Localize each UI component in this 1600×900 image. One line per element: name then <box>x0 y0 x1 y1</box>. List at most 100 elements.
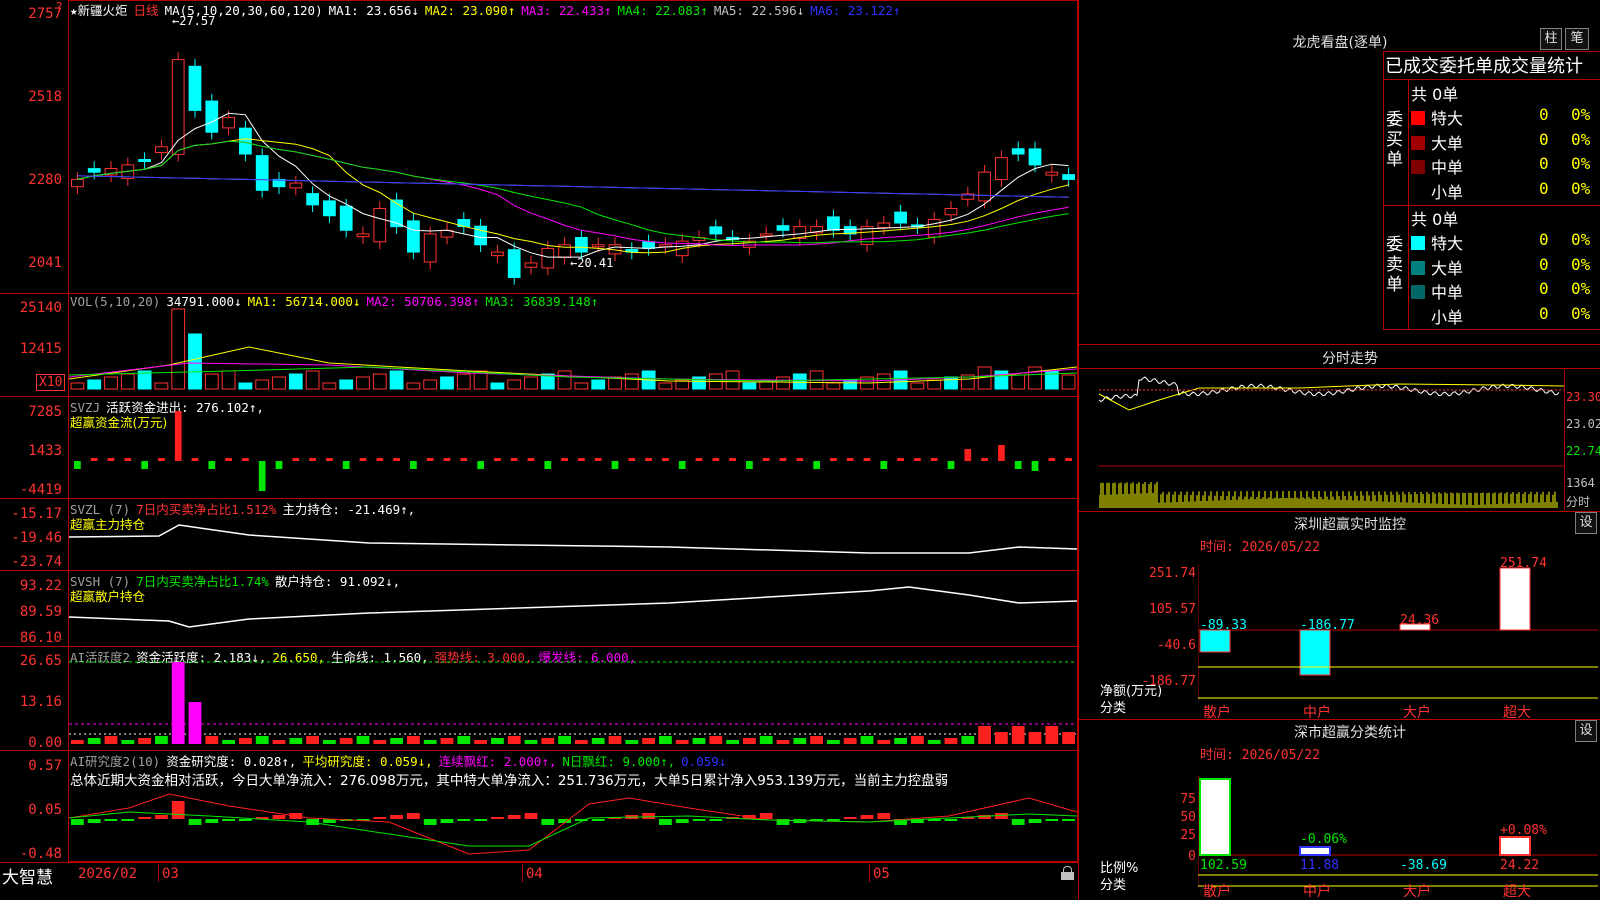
activity-bar <box>793 738 807 744</box>
volume-bar <box>87 379 102 390</box>
date-label: 2026/02 <box>78 866 138 882</box>
flow-bar <box>964 449 972 461</box>
fund-flow-chart[interactable] <box>69 405 1077 497</box>
flow-bar <box>981 458 988 461</box>
bar-mode-button[interactable]: 柱 <box>1540 28 1562 50</box>
candle-body <box>87 168 101 173</box>
main-y-tick: 2757 <box>28 6 62 22</box>
volume-bar <box>171 308 186 390</box>
date-label: 04 <box>526 866 543 882</box>
activity-bar <box>323 740 336 744</box>
retail-position-chart[interactable] <box>69 577 1077 645</box>
ai-research-values: 资金研究度: 0.028↑, 平均研究度: 0.059↓, 连续飘红: 2.000↑… <box>166 754 732 769</box>
intraday-chart[interactable] <box>1099 370 1564 510</box>
flow-bar <box>292 458 300 461</box>
activity-bar <box>339 738 353 744</box>
svzl-y-tick: -19.46 <box>11 530 62 546</box>
flow-bar <box>208 461 216 469</box>
research-bar <box>407 813 420 819</box>
ai-research-value: 连续飘红: 2.000↑, <box>438 754 557 769</box>
research-bar <box>659 819 672 825</box>
date-label: 03 <box>162 866 179 882</box>
volume-bar <box>876 373 891 390</box>
sz-monitor-title: 深圳超赢实时监控 <box>1294 517 1406 533</box>
volume-bar <box>557 370 572 390</box>
main-force-position-chart[interactable] <box>69 505 1077 569</box>
ratio-bar <box>1199 778 1231 856</box>
buy-row: 特大 0 0% <box>1411 105 1600 129</box>
volume-bar <box>624 373 639 390</box>
activity-bar <box>289 738 303 744</box>
flow-bar <box>544 461 552 469</box>
flow-bar <box>527 458 535 461</box>
flow-bar <box>477 461 484 469</box>
activity-bar <box>911 736 924 744</box>
buy-row: 小单 0 0% <box>1411 179 1600 203</box>
activity-bar <box>726 740 739 744</box>
research-bar <box>709 819 723 821</box>
candle-body <box>323 200 336 217</box>
buy-orders-label: 委买单 <box>1386 110 1403 170</box>
sz-settings-button[interactable]: 设 <box>1575 512 1597 534</box>
flow-bar <box>762 458 770 461</box>
flow-bar <box>510 458 518 461</box>
candle-body <box>877 222 891 229</box>
research-bar <box>121 819 135 821</box>
candle-body <box>1045 171 1059 176</box>
activity-bar <box>457 736 471 744</box>
class-settings-button[interactable]: 设 <box>1575 720 1597 742</box>
net-flow-bar <box>1499 567 1531 631</box>
volume-bar <box>305 370 320 390</box>
volume-bar <box>658 382 673 390</box>
volume-chart[interactable] <box>69 305 1077 391</box>
sz-bar-value: -89.33 <box>1200 618 1247 633</box>
flow-bar <box>275 461 283 469</box>
candle-body <box>541 247 555 269</box>
activity-bar <box>87 738 101 744</box>
sell-total: 共 0单 <box>1411 210 1459 229</box>
brand-logo[interactable]: 大智慧 <box>2 863 53 888</box>
flow-bar <box>880 461 888 469</box>
ai-research-chart[interactable] <box>69 788 1077 862</box>
volume-bar <box>272 376 286 390</box>
candlestick-chart[interactable] <box>69 16 1077 292</box>
candle-body <box>995 157 1008 181</box>
activity-bar <box>978 726 991 744</box>
volume-bar <box>70 382 85 390</box>
sz-tick: 105.57 <box>1149 602 1196 617</box>
class-value: 11.88 <box>1300 858 1340 873</box>
flow-bar <box>796 458 804 461</box>
activity-bar <box>121 740 135 744</box>
activity-bar <box>541 738 555 744</box>
color-swatch-icon <box>1411 236 1425 250</box>
net-flow-bar <box>1199 629 1231 653</box>
ma-line <box>77 138 1069 254</box>
activity-bar <box>356 736 370 744</box>
flow-bar <box>611 461 619 469</box>
volume-bar <box>944 376 958 390</box>
activity-bar <box>373 740 387 744</box>
class-tick: 75 <box>1180 792 1196 807</box>
flow-bar <box>460 458 468 461</box>
volume-bar <box>372 373 387 390</box>
activity-bar <box>474 740 487 744</box>
activity-bar <box>894 738 907 744</box>
research-bar <box>423 819 437 825</box>
flow-bar <box>225 458 232 461</box>
intraday-side-divider <box>1564 370 1565 510</box>
activity-bar <box>138 738 151 744</box>
sz-net-flow-chart[interactable] <box>1198 565 1598 700</box>
activity-bar <box>692 738 706 744</box>
volume-bar <box>356 376 370 390</box>
volume-bar <box>339 379 354 390</box>
volume-bar <box>524 376 538 390</box>
volume-bar <box>910 382 925 390</box>
flow-bar <box>813 461 820 469</box>
research-bar <box>155 815 168 819</box>
research-bar <box>222 819 235 821</box>
volume-bar <box>423 379 438 390</box>
ai-activity-chart[interactable] <box>69 660 1077 748</box>
pen-mode-button[interactable]: 笔 <box>1565 28 1589 50</box>
class-tick: 25 <box>1180 828 1196 843</box>
class-category-label: 大户 <box>1403 884 1431 900</box>
